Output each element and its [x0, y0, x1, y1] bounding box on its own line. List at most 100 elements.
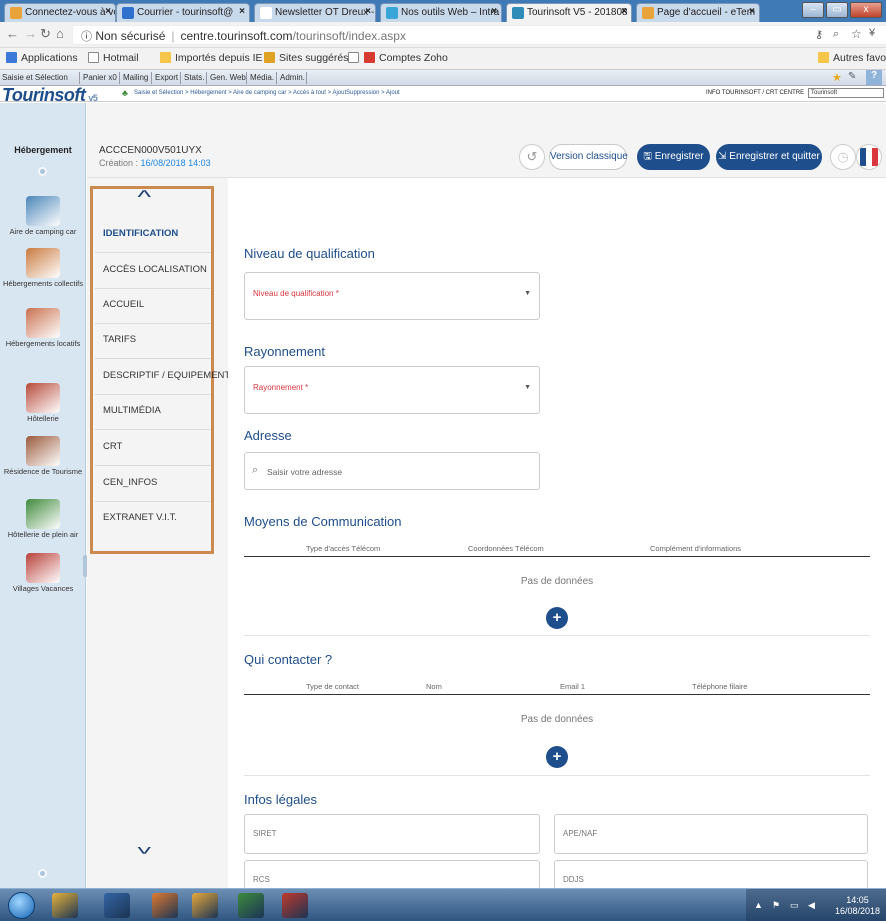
help-icon[interactable]: ?: [866, 70, 882, 85]
bookmark-zoho-page[interactable]: [348, 52, 363, 64]
column-header[interactable]: Type d'accès Télécom: [306, 544, 380, 553]
category-item[interactable]: Hôtellerie de plein air: [0, 499, 86, 539]
column-header[interactable]: Téléphone filaire: [692, 682, 747, 691]
home-icon[interactable]: ⌂: [56, 26, 64, 41]
column-header[interactable]: Nom: [426, 682, 442, 691]
siret-field[interactable]: SIRET: [244, 814, 540, 854]
save-quit-button[interactable]: ⇲ Enregistrer et quitter: [716, 144, 822, 170]
bookmark-hotmail[interactable]: Hotmail: [88, 52, 139, 64]
back-arrow-icon[interactable]: ←: [6, 26, 19, 41]
close-tab-icon[interactable]: ×: [239, 6, 245, 17]
flag-icon[interactable]: ⚑: [772, 900, 780, 911]
taskbar-app-icon[interactable]: [192, 893, 218, 918]
section-nav-item[interactable]: CEN_INFOS: [103, 477, 211, 488]
bookmark-zoho[interactable]: Comptes Zoho: [364, 52, 448, 64]
close-window-button[interactable]: x: [850, 2, 882, 18]
info-icon[interactable]: ⓘ: [81, 31, 92, 43]
volume-icon[interactable]: ◀: [808, 900, 815, 911]
close-tab-icon[interactable]: ×: [749, 6, 755, 17]
browser-tab[interactable]: Tourinsoft V5 - 201808 ×: [506, 3, 632, 22]
category-label: Hôtellerie de plein air: [7, 530, 79, 539]
section-nav-item[interactable]: IDENTIFICATION: [103, 228, 211, 239]
network-icon[interactable]: ▭: [790, 900, 799, 911]
category-item[interactable]: Villages Vacances: [0, 553, 86, 593]
ape-naf-field[interactable]: APE/NAF: [554, 814, 868, 854]
section-nav-item[interactable]: ACCÈS LOCALISATION: [103, 264, 211, 275]
bookmark-suggested[interactable]: Sites suggérés: [264, 52, 348, 64]
add-contact-button[interactable]: +: [546, 746, 568, 768]
chevron-up-icon[interactable]: ^: [137, 187, 151, 208]
category-icon: [26, 308, 60, 338]
category-item[interactable]: Hébergements locatifs: [0, 308, 86, 348]
chevron-down-icon[interactable]: ^: [137, 836, 151, 857]
address-search-input[interactable]: ⌕ Saisir votre adresse: [244, 452, 540, 490]
reload-icon[interactable]: ↻: [40, 26, 51, 42]
add-communication-button[interactable]: +: [546, 607, 568, 629]
column-header[interactable]: Coordonnées Télécom: [468, 544, 544, 553]
menu-stats[interactable]: Stats.: [184, 73, 204, 82]
section-nav-item[interactable]: DESCRIPTIF / EQUIPEMENTS: [103, 370, 237, 381]
minimize-button[interactable]: –: [802, 2, 824, 18]
user-field[interactable]: Tourinsoft: [808, 88, 884, 98]
nav-divider: [95, 323, 211, 324]
breadcrumb[interactable]: Saisie et Sélection > Hébergement > Aire…: [134, 90, 400, 96]
menu-genweb[interactable]: Gen. Web: [210, 73, 246, 82]
menu-admin[interactable]: Admin.: [280, 73, 305, 82]
forward-arrow-icon[interactable]: →: [24, 26, 37, 41]
section-nav-item[interactable]: CRT: [103, 441, 211, 452]
undo-icon[interactable]: ↺: [519, 144, 545, 170]
section-nav-item[interactable]: TARIFS: [103, 334, 211, 345]
folder-icon: [160, 52, 171, 63]
menu-media[interactable]: Média.: [250, 73, 274, 82]
section-nav-item[interactable]: ACCUEIL: [103, 299, 211, 310]
rayonnement-select[interactable]: Rayonnement * ▼: [244, 366, 540, 414]
tools-icon[interactable]: ✎: [848, 71, 856, 82]
taskbar-app-icon[interactable]: [282, 893, 308, 918]
save-button[interactable]: 🖫 Enregistrer: [637, 144, 710, 170]
category-item[interactable]: Hôtellerie: [0, 383, 86, 423]
key-icon[interactable]: ⚷: [815, 28, 823, 41]
column-header[interactable]: Complément d'informations: [650, 544, 741, 553]
menu-saisie[interactable]: Saisie et Sélection: [2, 73, 68, 82]
favorite-star-icon[interactable]: ★: [832, 71, 842, 84]
close-tab-icon[interactable]: ×: [365, 6, 371, 17]
url-field[interactable]: ⓘ Non sécurisé | centre.tourinsoft.com/tou…: [72, 25, 886, 45]
column-header[interactable]: Type de contact: [306, 682, 359, 691]
section-nav-item[interactable]: EXTRANET V.I.T.: [103, 512, 211, 523]
browser-tab[interactable]: Newsletter OT Dreux - ×: [254, 3, 376, 22]
tray-arrow-icon[interactable]: ▲: [754, 900, 763, 910]
french-flag-icon[interactable]: [856, 144, 882, 170]
taskbar-app-icon[interactable]: [238, 893, 264, 918]
menu-panier[interactable]: Panier x0: [83, 73, 117, 82]
extension-icon[interactable]: ¥: [869, 27, 875, 39]
bookmark-applications[interactable]: Applications: [6, 52, 78, 64]
history-icon[interactable]: ◷: [830, 144, 856, 170]
taskbar-app-icon[interactable]: [104, 893, 130, 918]
browser-tab[interactable]: Page d'accueil - eTem ×: [636, 3, 760, 22]
clock[interactable]: 14:05 16/08/2018: [835, 895, 880, 917]
taskbar-app-icon[interactable]: [152, 893, 178, 918]
close-tab-icon[interactable]: ×: [491, 6, 497, 17]
qualification-select[interactable]: Niveau de qualification * ▼: [244, 272, 540, 320]
bookmark-ie[interactable]: Importés depuis IE: [160, 52, 263, 64]
category-sidebar: Hébergement Aire de camping car Hébergeme…: [0, 103, 88, 888]
category-item[interactable]: Résidence de Tourisme: [0, 436, 86, 476]
menu-export[interactable]: Export: [155, 73, 178, 82]
close-tab-icon[interactable]: ×: [105, 6, 111, 17]
menu-mailing[interactable]: Mailing: [123, 73, 148, 82]
zoom-icon[interactable]: ⌕: [833, 28, 839, 41]
browser-tab[interactable]: Courrier - tourinsoft@ ×: [116, 3, 250, 22]
start-button[interactable]: [8, 892, 35, 919]
maximize-button[interactable]: ▭: [826, 2, 848, 18]
category-item[interactable]: Aire de camping car: [0, 196, 86, 236]
taskbar-app-icon[interactable]: [52, 893, 78, 918]
section-nav-item[interactable]: MULTIMÉDIA: [103, 405, 211, 416]
browser-tab[interactable]: Nos outils Web – Intra ×: [380, 3, 502, 22]
browser-tab[interactable]: Connectez-vous à votr ×: [4, 3, 116, 22]
bookmark-other[interactable]: Autres favoris: [818, 52, 886, 64]
classic-version-button[interactable]: Version classique: [549, 144, 628, 170]
category-item[interactable]: Hébergements collectifs: [0, 248, 86, 288]
column-header[interactable]: Email 1: [560, 682, 585, 691]
bookmark-star-icon[interactable]: ☆: [851, 27, 862, 41]
close-tab-icon[interactable]: ×: [621, 6, 627, 17]
